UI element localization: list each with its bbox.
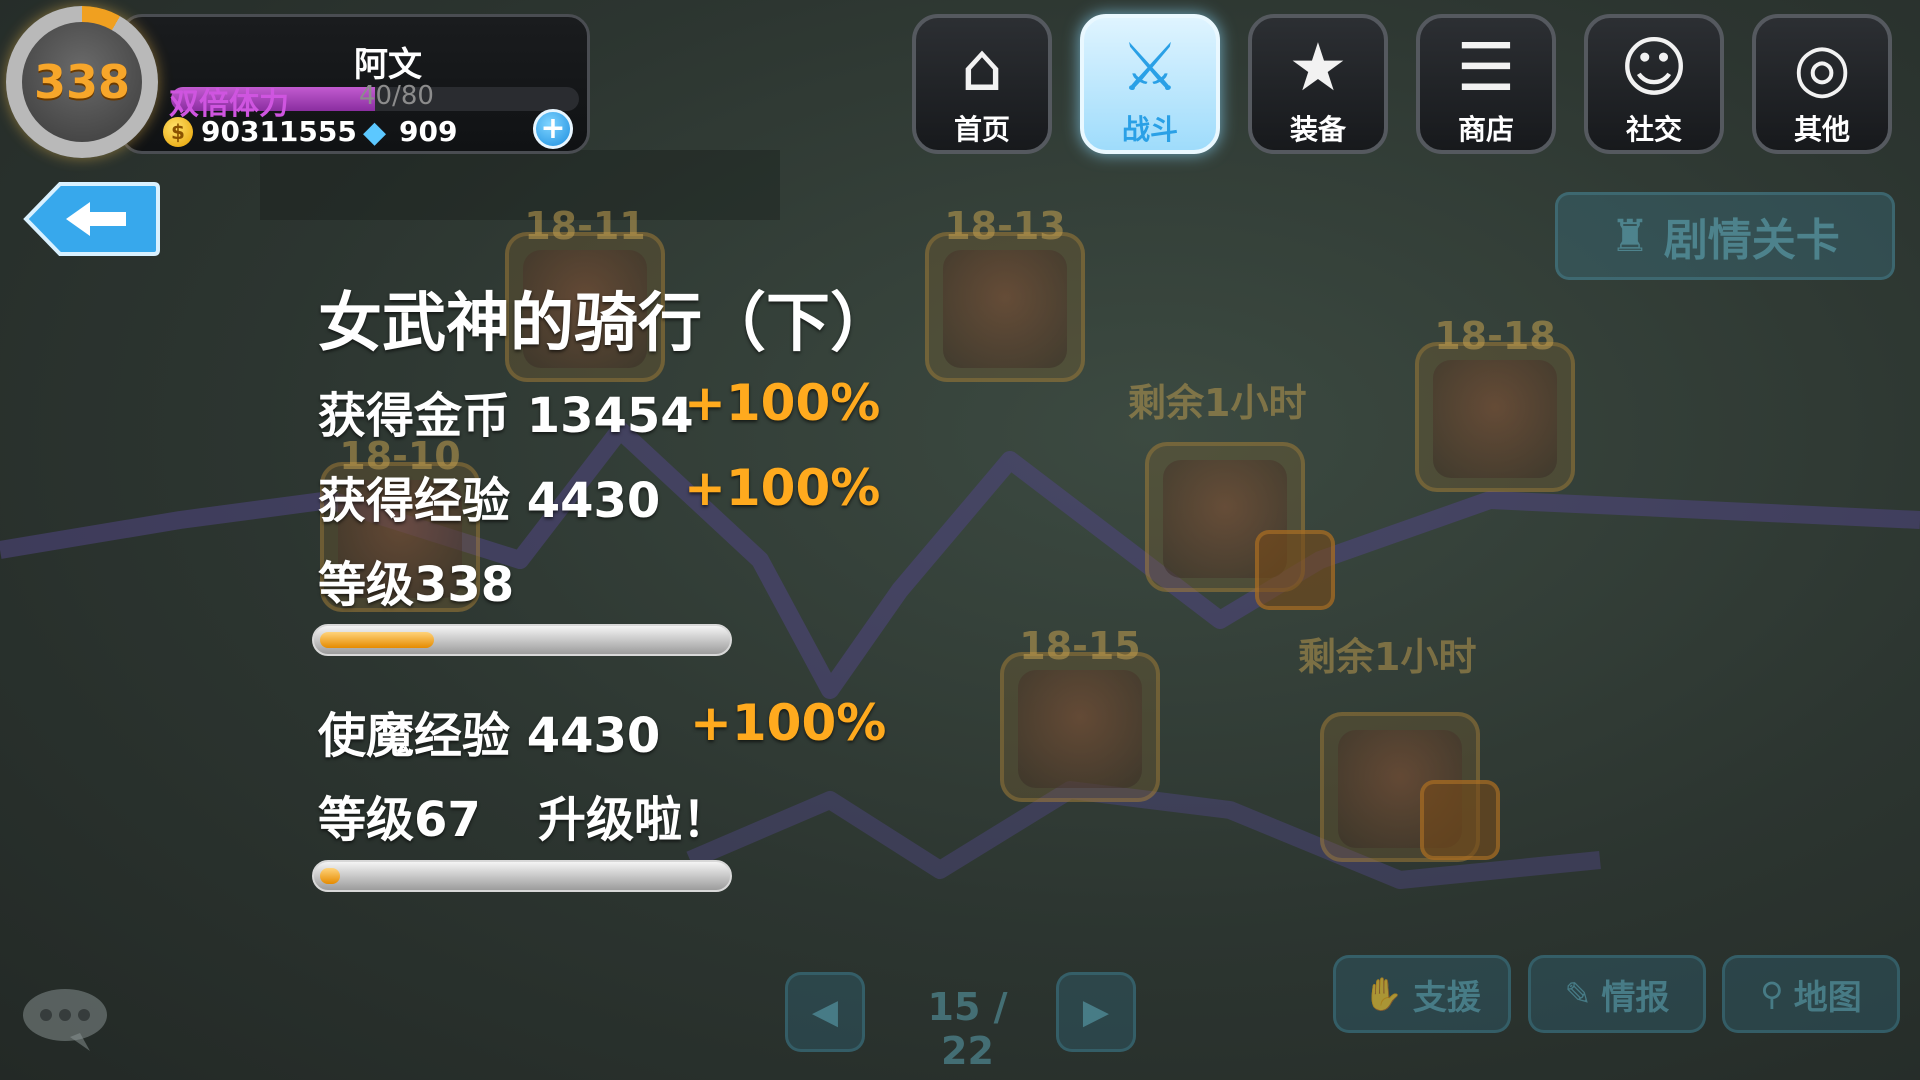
home-icon: ⌂ [961,29,1003,106]
gold-reward-text: 获得金币 13454 [318,388,694,444]
player-level-result: 等级338 [318,557,515,613]
stage-node[interactable]: 18-18 [1415,314,1575,495]
equipment-icon: ★ [1288,29,1348,106]
player-level-badge[interactable]: 338 [6,6,158,158]
castle-icon: ♜ [1610,210,1650,262]
other-icon: ◎ [1793,29,1851,106]
gold-amount: 90311555 [201,115,357,148]
familiar-exp-bar [312,860,732,892]
battle-icon: ⚔ [1120,29,1180,106]
level-up-text: 升级啦！ [538,792,731,848]
player-level: 338 [33,55,131,109]
social-icon: ☺ [1619,29,1689,106]
player-exp-bar [312,624,732,656]
gold-reward: 获得金币 13454 [318,376,694,446]
stage-portrait [1018,670,1142,788]
intel-icon: ✎ [1564,975,1592,1013]
page-indicator: 15 / 22 [927,985,1008,1073]
intel-button-label: 情报 [1601,977,1670,1018]
nav-label: 社交 [1625,113,1682,146]
plus-icon: + [540,111,566,146]
chat-button[interactable] [20,985,110,1055]
location-pin-icon: ⚲ [1760,975,1784,1013]
treasure-chest-icon[interactable] [1255,530,1335,610]
next-page-button[interactable]: ▶ [1056,972,1136,1052]
nav-battle-button[interactable]: ⚔ 战斗 [1080,14,1220,154]
nav-label: 其他 [1793,113,1850,146]
stamina-value: 40/80 [359,81,434,111]
stage-label: 18-13 [944,204,1066,248]
familiar-level-result: 等级67 [318,792,481,848]
stage-label: 18-15 [1019,624,1141,668]
map-button-label: 地图 [1793,977,1862,1018]
stage-node[interactable]: 18-13 [925,204,1085,385]
stage-portrait [1433,360,1557,478]
nav-social-button[interactable]: ☺ 社交 [1584,14,1724,154]
time-remaining-label: 剩余1小时 [1298,635,1477,679]
shop-icon: ☰ [1456,29,1516,106]
support-button-label: 支援 [1412,977,1481,1018]
nav-label: 装备 [1289,113,1346,146]
map-button[interactable]: ⚲ 地图 [1722,955,1900,1033]
stage-label: 18-11 [524,204,646,248]
player-status-panel: 阿文 双倍体力 40/80 $ 90311555 ◆ 909 + [120,14,590,154]
chat-bubble-icon [23,989,107,1051]
support-button[interactable]: ✋ 支援 [1333,955,1511,1033]
nav-equipment-button[interactable]: ★ 装备 [1248,14,1388,154]
exp-reward: 获得经验 4430 [318,473,661,529]
gold-bonus: +100% [684,374,881,432]
nav-label: 首页 [953,113,1010,146]
nav-label: 战斗 [1121,113,1178,146]
diamond-icon: ◆ [363,115,387,150]
stage-map-background: 18-11 18-13 18-18 18-10 18-15 剩余1小时 剩余1小… [0,0,1920,1080]
player-exp-bar-fill [320,632,435,648]
map-route-path [0,150,1920,889]
stage-portrait [943,250,1067,368]
back-button[interactable] [22,180,160,258]
time-remaining-label: 剩余1小时 [1128,381,1307,425]
nav-home-button[interactable]: ⌂ 首页 [912,14,1052,154]
add-currency-button[interactable]: + [533,109,573,149]
familiar-exp-reward: 使魔经验 4430 [318,708,661,764]
chevron-left-icon: ◀ [811,992,839,1032]
nav-label: 商店 [1457,113,1514,146]
nav-shop-button[interactable]: ☰ 商店 [1416,14,1556,154]
level-badge-inner: 338 [22,22,142,142]
familiar-exp-bar-fill [320,868,341,884]
prev-page-button[interactable]: ◀ [785,972,865,1052]
exp-bonus: +100% [684,459,881,517]
chevron-right-icon: ▶ [1082,992,1110,1032]
intel-button[interactable]: ✎ 情报 [1528,955,1706,1033]
stage-label: 18-18 [1434,314,1556,358]
gem-amount: 909 [399,115,458,148]
gold-coin-icon: $ [163,117,193,147]
handshake-icon: ✋ [1363,975,1403,1013]
familiar-exp-bonus: +100% [690,694,887,752]
nav-other-button[interactable]: ◎ 其他 [1752,14,1892,154]
stage-title: 女武神的骑行（下） [318,287,894,361]
story-stages-label: 剧情关卡 [1663,215,1840,266]
stage-node[interactable]: 18-15 [1000,624,1160,805]
treasure-chest-icon[interactable] [1420,780,1500,860]
story-stages-button[interactable]: ♜ 剧情关卡 [1555,192,1895,280]
